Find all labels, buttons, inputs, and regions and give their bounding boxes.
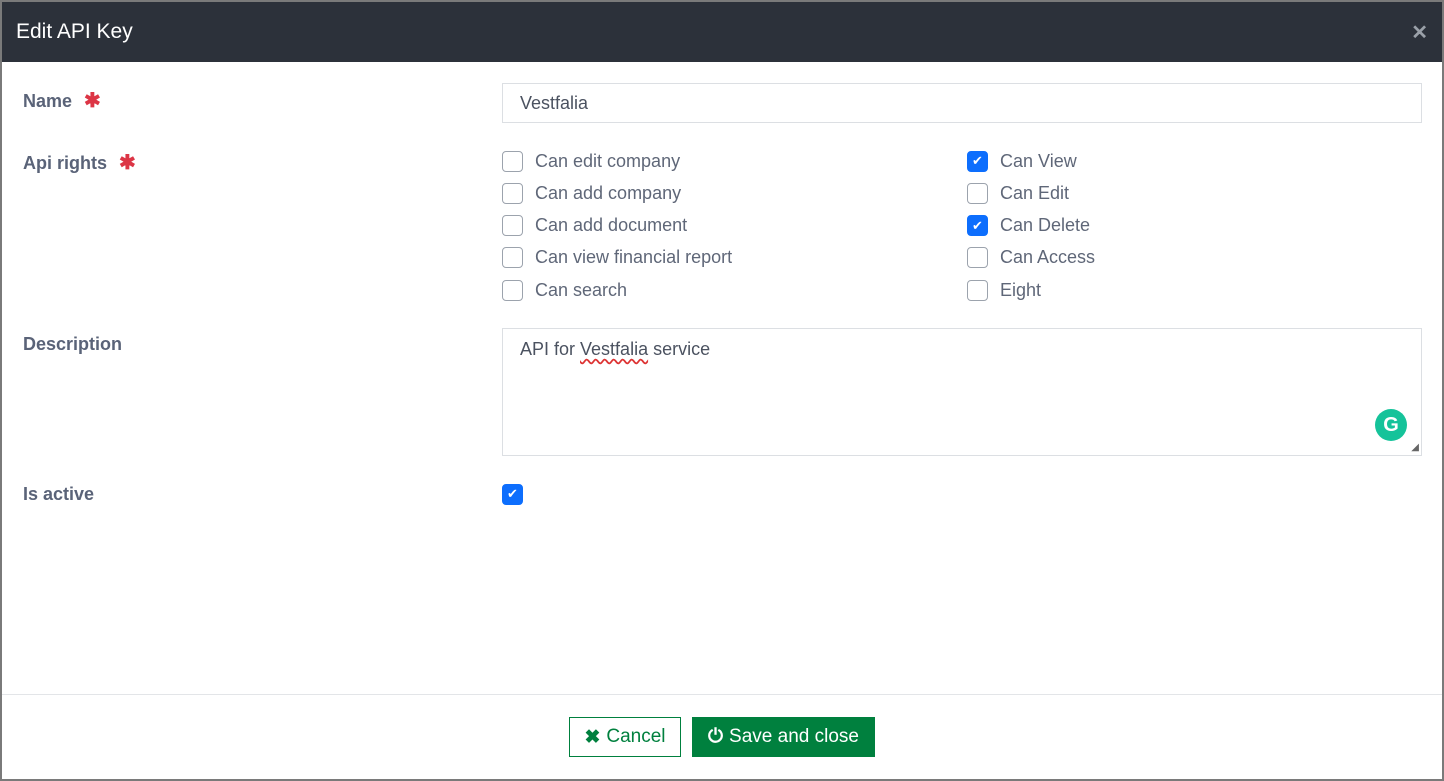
footer-divider — [2, 694, 1442, 695]
check-icon[interactable]: ✔ — [502, 483, 523, 505]
right-checkbox[interactable]: Can add document — [502, 214, 687, 238]
modal-title: Edit API Key — [16, 20, 133, 43]
close-icon[interactable]: ✕ — [1411, 20, 1428, 45]
right-checkbox[interactable]: Can Access — [967, 246, 1095, 270]
resize-handle-icon[interactable]: ◢ — [1411, 442, 1419, 453]
checkbox-label: Can add document — [535, 215, 688, 236]
checkbox-icon[interactable]: ✔ — [967, 150, 988, 172]
checkbox-icon[interactable] — [967, 247, 988, 269]
checkbox-label: Can view financial report — [535, 247, 733, 268]
checkbox-label: Eight — [1000, 279, 1042, 300]
grammarly-icon[interactable]: G — [1375, 409, 1407, 441]
description-text: API for — [520, 339, 581, 359]
description-text: service — [648, 339, 711, 359]
right-checkbox[interactable]: Can search — [502, 278, 627, 302]
name-label-text: Name — [23, 91, 73, 111]
checkbox-icon[interactable] — [967, 279, 988, 301]
checkbox-icon[interactable] — [502, 247, 523, 269]
right-checkbox[interactable]: ✔ Can Delete — [967, 214, 1090, 238]
checkbox-icon[interactable] — [967, 182, 988, 204]
x-icon: ✖ — [584, 726, 601, 748]
is-active-checkbox[interactable]: ✔ — [502, 482, 535, 506]
checkbox-label: Can Edit — [1000, 182, 1070, 203]
checkbox-icon[interactable] — [502, 215, 523, 237]
is-active-label: Is active — [23, 484, 95, 504]
required-icon: ✱ — [84, 90, 101, 112]
checkbox-label: Can edit company — [535, 150, 681, 171]
checkbox-label: Can Access — [1000, 247, 1096, 268]
checkbox-label: Can search — [535, 279, 628, 300]
right-checkbox[interactable]: ✔ Can View — [967, 149, 1077, 173]
save-and-close-button[interactable]: ⏻ Save and close — [692, 717, 875, 757]
checkbox-icon[interactable]: ✔ — [967, 215, 988, 237]
right-checkbox[interactable]: Can Edit — [967, 181, 1069, 205]
checkbox-icon[interactable] — [502, 182, 523, 204]
checkbox-icon[interactable] — [502, 279, 523, 301]
cancel-button[interactable]: ✖ Cancel — [569, 717, 681, 757]
right-checkbox[interactable]: Can view financial report — [502, 246, 732, 270]
name-label: Name ✱ — [23, 88, 101, 113]
edit-api-key-modal: Edit API Key ✕ Name ✱ Vestfalia Api right… — [2, 2, 1442, 779]
name-input[interactable]: Vestfalia — [502, 83, 1422, 123]
modal-header: Edit API Key ✕ — [2, 2, 1442, 62]
required-icon: ✱ — [119, 152, 136, 174]
cancel-label: Cancel — [606, 726, 666, 747]
api-rights-label-text: Api rights — [23, 153, 107, 173]
save-label: Save and close — [729, 726, 859, 747]
checkbox-label: Can View — [1000, 150, 1077, 171]
checkbox-icon[interactable] — [502, 150, 523, 172]
right-checkbox[interactable]: Eight — [967, 278, 1041, 302]
checkbox-label: Can Delete — [1000, 215, 1091, 236]
description-misspelled-word: Vestfalia — [580, 339, 649, 359]
description-textarea[interactable]: API for Vestfalia service G ◢ — [502, 328, 1422, 456]
right-checkbox[interactable]: Can edit company — [502, 149, 680, 173]
api-rights-label: Api rights ✱ — [23, 150, 136, 175]
checkbox-label: Can add company — [535, 182, 682, 203]
right-checkbox[interactable]: Can add company — [502, 181, 681, 205]
description-label: Description — [23, 334, 123, 354]
power-icon: ⏻ — [708, 726, 724, 747]
